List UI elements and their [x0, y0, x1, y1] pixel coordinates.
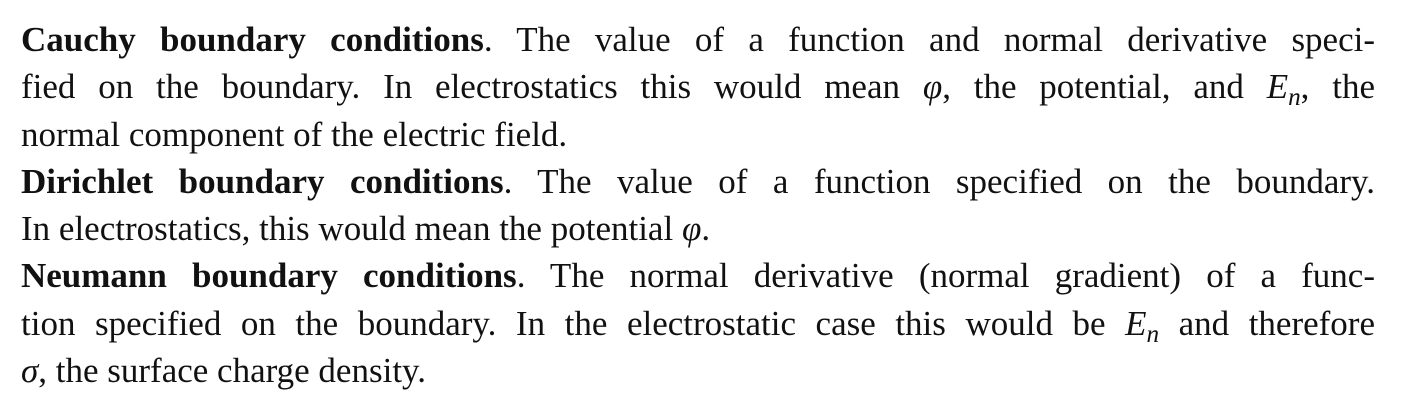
neumann-paragraph: Neumann boundary conditions. The normal …	[21, 252, 1375, 394]
neumann-term: Neumann boundary conditions	[21, 256, 517, 296]
cauchy-line-1: Cauchy boundary conditions. The value of…	[21, 16, 1375, 63]
cauchy-definition-start: . The value of a function and normal der…	[483, 20, 1376, 59]
neumann-definition-start: . The normal derivative (normal gradient…	[516, 256, 1375, 296]
normal-subscript: n	[1146, 320, 1160, 348]
cauchy-paragraph: Cauchy boundary conditions. The value of…	[21, 16, 1375, 158]
e-field-symbol: E	[1266, 67, 1289, 107]
sigma-symbol: σ	[21, 351, 39, 391]
neumann-line-1: Neumann boundary conditions. The normal …	[21, 252, 1375, 299]
phi-symbol: φ	[681, 209, 702, 249]
dirichlet-term: Dirichlet boundary conditions	[21, 161, 504, 201]
e-field-symbol: E	[1125, 303, 1147, 343]
text-segment: fied on the boundary. In electrostatics …	[21, 67, 923, 107]
document-body: Cauchy boundary conditions. The value of…	[21, 16, 1375, 394]
phi-symbol: φ	[922, 67, 943, 107]
text-segment: , the	[1300, 67, 1375, 107]
dirichlet-definition-start: . The value of a function specified on t…	[503, 161, 1375, 201]
cauchy-line-2: fied on the boundary. In electrostatics …	[21, 63, 1375, 110]
text-segment: In electrostatics, this would mean the p…	[21, 209, 682, 249]
text-segment: , the potential, and	[942, 67, 1267, 107]
dirichlet-paragraph: Dirichlet boundary conditions. The value…	[21, 158, 1375, 253]
neumann-line-3: σ, the surface charge density.	[21, 347, 1375, 394]
normal-subscript: n	[1288, 84, 1301, 112]
cauchy-line-3: normal component of the electric field.	[21, 114, 568, 154]
neumann-line-2: tion specified on the boundary. In the e…	[21, 300, 1375, 347]
dirichlet-line-1: Dirichlet boundary conditions. The value…	[21, 158, 1375, 205]
text-segment: , the surface charge density.	[38, 351, 427, 391]
text-segment: and therefore	[1159, 303, 1375, 343]
cauchy-term: Cauchy boundary conditions	[21, 20, 484, 59]
text-segment: .	[701, 209, 711, 249]
dirichlet-line-2: In electrostatics, this would mean the p…	[21, 205, 1375, 252]
text-segment: tion specified on the boundary. In the e…	[21, 303, 1126, 343]
